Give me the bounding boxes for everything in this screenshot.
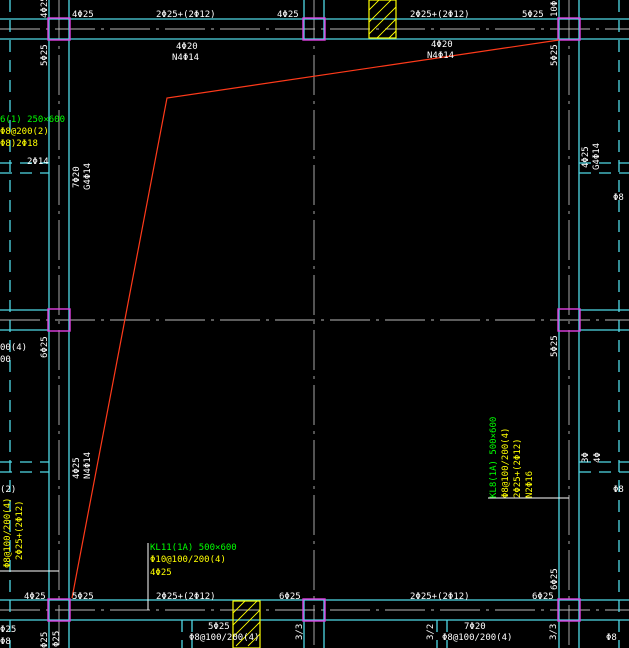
hatch-line [368, 6, 397, 35]
hatch-line [388, 30, 397, 39]
label-left-bottom-a: 7Φ20 [72, 166, 82, 188]
label-left-bottom-support: Φ25 [40, 632, 50, 648]
label-top-cut-right: 10Φ2 [550, 0, 560, 17]
label-left-web: G4Φ14 [83, 163, 93, 190]
label-right-cut-1: Φ8 [613, 193, 624, 203]
label-top-support-right: 5Φ25 [522, 10, 544, 20]
label-top-support-center: 4Φ25 [277, 10, 299, 20]
label-right-top-support: 5Φ25 [550, 44, 560, 66]
label-bottom-vert-c: 3/3 [549, 624, 559, 640]
label-top-mid-right: 2Φ25+(2Φ12) [410, 10, 470, 20]
label-top-web-left: N4Φ14 [172, 53, 199, 63]
hatch-line [232, 600, 258, 626]
kl11-name: KL11(1A) 500×600 [150, 543, 237, 553]
label-left-edge-kl-b: 2Φ25+(2Φ12) [15, 500, 25, 560]
label-bottom-support-outer: 4Φ25 [24, 592, 46, 602]
secondary-beams [0, 0, 629, 648]
label-left-edge-kl-c: Φ25 [0, 625, 16, 635]
label-bottom-support-center: 6Φ25 [279, 592, 301, 602]
hatch-line [376, 18, 397, 39]
top-beam-labels: 4Φ25 4Φ25 2Φ25+(2Φ12) 4Φ25 2Φ25+(2Φ12) 5… [40, 0, 560, 63]
label-left-mid-support: 6Φ25 [40, 336, 50, 358]
kl8-top: 2Φ25+(2Φ12) [513, 438, 523, 498]
label-left-top-support: 5Φ25 [40, 44, 50, 66]
label-right-mid-support: 5Φ25 [550, 335, 560, 357]
label-bottom-vert-b: 3/2 [426, 624, 436, 640]
label-bottom-sub-right: 7Φ20 [464, 622, 486, 632]
label-left-edge-stirrup2: 00(4) [0, 343, 27, 353]
label-left-edge-num: 00 [0, 355, 11, 365]
label-right-cut-2: 3Φ [581, 452, 591, 463]
label-top-mid-left: 2Φ25+(2Φ12) [156, 10, 216, 20]
hatch-line [232, 600, 246, 614]
label-bottom-support-right: 6Φ25 [532, 592, 554, 602]
label-right-cut-3: 4Φ [593, 452, 603, 463]
red-moment-line [71, 39, 560, 599]
label-right-cut-4: Φ8 [613, 485, 624, 495]
label-left-edge-kl-d: Φ8 [0, 637, 11, 647]
label-left-edge-stirrup: Φ8@200(2) [0, 127, 49, 137]
axis-lines [0, 0, 629, 648]
structural-beam-plan: 4Φ25 4Φ25 2Φ25+(2Φ12) 4Φ25 2Φ25+(2Φ12) 5… [0, 0, 629, 648]
annotation-kl8: KL8(1A) 500×600 Φ8@100/200(4) 2Φ25+(2Φ12… [489, 417, 535, 498]
hatch-line [368, 0, 380, 11]
annotation-kl11: KL11(1A) 500×600 Φ10@100/200(4) 4Φ25 [150, 543, 237, 578]
label-bottom-left-cut2: Φ25 [52, 631, 62, 647]
right-beam-labels: 5Φ25 4Φ25 G4Φ14 5Φ25 6Φ25 Φ8 3Φ 4Φ Φ8 Φ8 [550, 44, 624, 643]
label-left-edge-kl-a: Φ8@100/200(4) [3, 498, 13, 568]
label-top-cut-left: 4Φ25 [40, 0, 50, 18]
label-right-cut-5: Φ8 [606, 633, 617, 643]
label-left-edge-reinf: Φ8)2Φ18 [0, 139, 38, 149]
label-top-bottom-left: 4Φ20 [176, 42, 198, 52]
label-right-waist-a: 4Φ25 [581, 146, 591, 168]
label-bottom-vert-a: 3/3 [295, 624, 305, 640]
label-left-edge-bottom: (2) [0, 485, 16, 495]
label-right-waist-b: G4Φ14 [592, 143, 602, 170]
label-top-web-right: N4Φ14 [427, 51, 454, 61]
label-bottom-stirrup-left: Φ8@100/200(4) [189, 633, 259, 643]
label-right-bottom-support: 6Φ25 [550, 568, 560, 590]
label-left-lower-a: 4Φ25 [72, 457, 82, 479]
label-bottom-mid-left: 2Φ25+(2Φ12) [156, 592, 216, 602]
kl11-stirrup: Φ10@100/200(4) [150, 555, 226, 565]
label-left-edge-beam-name: 6(1) 250×600 [0, 115, 65, 125]
label-left-edge-rebar: 2Φ14 [27, 157, 49, 167]
label-bottom-sub-left: 5Φ25 [208, 622, 230, 632]
label-bottom-stirrup-right: Φ8@100/200(4) [442, 633, 512, 643]
label-left-lower-b: N4Φ14 [83, 452, 93, 479]
label-top-support-left: 4Φ25 [72, 10, 94, 20]
kl8-web: N2Φ16 [525, 471, 535, 498]
kl8-name: KL8(1A) 500×600 [489, 417, 499, 498]
label-bottom-mid-right: 2Φ25+(2Φ12) [410, 592, 470, 602]
beam-outlines [0, 0, 629, 648]
label-bottom-support-left: 5Φ25 [72, 592, 94, 602]
label-top-bottom-right: 4Φ20 [431, 40, 453, 50]
kl11-rebar: 4Φ25 [150, 568, 172, 578]
kl8-stirrup: Φ8@100/200(4) [501, 428, 511, 498]
